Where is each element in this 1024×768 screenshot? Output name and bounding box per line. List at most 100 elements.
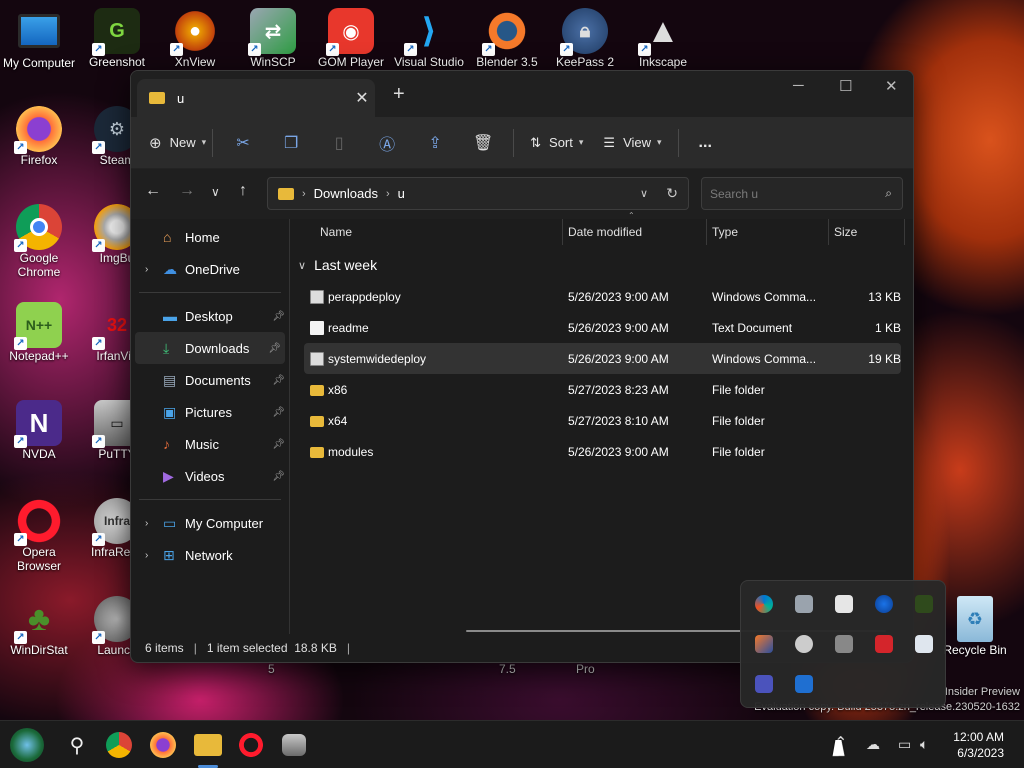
column-separator[interactable] bbox=[904, 219, 905, 245]
column-header-name[interactable]: Name bbox=[312, 217, 352, 247]
network-icon[interactable]: ▭ bbox=[898, 736, 911, 753]
more-options-button[interactable]: ... bbox=[685, 126, 726, 160]
expand-icon[interactable]: › bbox=[145, 550, 163, 561]
app-tray-icon[interactable] bbox=[755, 635, 773, 653]
clock[interactable]: 12:00 AM 6/3/2023 bbox=[953, 729, 1004, 761]
sidebar-item-desktop[interactable]: ▬ Desktop 📌︎ bbox=[131, 300, 289, 332]
search-taskbar-button[interactable]: ⚲ bbox=[62, 730, 92, 760]
back-button[interactable]: ← bbox=[145, 182, 161, 200]
greenshot-tray-icon[interactable] bbox=[915, 595, 933, 613]
chrome-icon: ↗ bbox=[14, 204, 62, 252]
recent-locations-button[interactable]: ∨ bbox=[211, 185, 220, 199]
sort-button[interactable]: ⇅ Sort ▾ bbox=[520, 126, 593, 160]
sidebar-item-network[interactable]: › ⊞ Network bbox=[131, 539, 289, 571]
paste-button[interactable]: ▯ bbox=[315, 126, 363, 160]
antivirus-tray-icon[interactable] bbox=[875, 635, 893, 653]
new-tab-button[interactable]: + bbox=[393, 83, 405, 106]
putty-taskbar-button[interactable] bbox=[282, 734, 306, 756]
folder-row[interactable]: x86 5/27/2023 8:23 AM File folder bbox=[304, 374, 901, 405]
desktop-icon-firefox[interactable]: ↗ Firefox bbox=[0, 106, 78, 167]
folder-row[interactable]: modules 5/26/2023 9:00 AM File folder bbox=[304, 436, 901, 467]
onedrive-offline-icon[interactable]: ☁ bbox=[866, 736, 880, 753]
desktop-icon-greenshot[interactable]: G ↗ Greenshot bbox=[78, 8, 156, 69]
start-button[interactable] bbox=[10, 728, 44, 762]
breadcrumb-u[interactable]: u bbox=[398, 186, 405, 201]
refresh-icon[interactable]: ↻ bbox=[666, 185, 678, 202]
close-window-button[interactable]: ✕ bbox=[885, 77, 898, 95]
clipboard-icon: ▯ bbox=[334, 134, 344, 152]
forward-button[interactable]: → bbox=[179, 182, 195, 200]
expand-icon[interactable]: › bbox=[145, 518, 163, 529]
share-button[interactable]: ⇪ bbox=[411, 126, 459, 160]
column-header-size[interactable]: Size bbox=[826, 217, 857, 247]
cut-button[interactable]: ✂ bbox=[219, 126, 267, 160]
file-explorer-taskbar-button[interactable] bbox=[194, 734, 222, 756]
search-box[interactable]: ⌕ bbox=[701, 177, 903, 210]
maximize-button[interactable]: ☐ bbox=[839, 77, 852, 95]
firefox-taskbar-button[interactable] bbox=[150, 732, 176, 758]
chrome-taskbar-button[interactable] bbox=[106, 732, 132, 758]
desktop-icon-recycle-bin[interactable]: ♻ Recycle Bin bbox=[936, 596, 1014, 657]
minimize-button[interactable]: ─ bbox=[793, 77, 804, 94]
desktop-icon-chrome[interactable]: ↗ Google Chrome bbox=[0, 204, 78, 279]
desktop-icon-label: XnView bbox=[174, 55, 216, 69]
document-tray-icon[interactable] bbox=[915, 635, 933, 653]
sidebar-item-downloads[interactable]: ⤓ Downloads 📌︎ bbox=[135, 332, 285, 364]
file-row[interactable]: perappdeploy 5/26/2023 9:00 AM Windows C… bbox=[304, 281, 901, 312]
utility-tray-icon[interactable] bbox=[835, 635, 853, 653]
desktop-icon-my-computer[interactable]: My Computer bbox=[0, 8, 78, 70]
new-button[interactable]: ⊕ New ▾ bbox=[149, 126, 206, 160]
file-row-selected[interactable]: systemwidedeploy 5/26/2023 9:00 AM Windo… bbox=[304, 343, 901, 374]
cloud-drive-icon[interactable] bbox=[835, 595, 853, 613]
copy-button[interactable]: ❐ bbox=[267, 126, 315, 160]
address-bar[interactable]: › Downloads › u ∨ ↻ bbox=[267, 177, 689, 210]
rename-button[interactable]: Ⓐ bbox=[363, 126, 411, 160]
file-row[interactable]: readme 5/26/2023 9:00 AM Text Document 1… bbox=[304, 312, 901, 343]
up-button[interactable]: ↑ bbox=[239, 182, 247, 200]
file-explorer-window: u ✕ + ─ ☐ ✕ ⊕ New ▾ ✂ ❐ ▯ Ⓐ ⇪ 🗑︎ ⇅ Sort … bbox=[130, 70, 914, 663]
edge-icon[interactable] bbox=[755, 595, 773, 613]
column-header-date[interactable]: Date modified bbox=[560, 217, 642, 247]
onedrive-icon[interactable] bbox=[875, 595, 893, 613]
desktop-icon-visual-studio[interactable]: ⟩ ↗ Visual Studio bbox=[390, 8, 468, 69]
sidebar-item-home[interactable]: ⌂ Home bbox=[131, 221, 289, 253]
address-dropdown-icon[interactable]: ∨ bbox=[640, 187, 648, 200]
folder-icon bbox=[278, 187, 294, 200]
expand-icon[interactable]: › bbox=[145, 264, 163, 275]
message-icon[interactable] bbox=[795, 595, 813, 613]
sidebar-item-onedrive[interactable]: › ☁ OneDrive bbox=[131, 253, 289, 285]
desktop-icon-gom-player[interactable]: ◉ ↗ GOM Player bbox=[312, 8, 390, 69]
security-warning-icon[interactable] bbox=[795, 675, 813, 693]
desktop-icon-inkscape[interactable]: ▲ ↗ Inkscape bbox=[624, 8, 702, 69]
search-input[interactable] bbox=[710, 186, 870, 201]
view-button[interactable]: ☰ View ▾ bbox=[593, 126, 671, 160]
sidebar-item-pictures[interactable]: ▣ Pictures 📌︎ bbox=[131, 396, 289, 428]
group-header-last-week[interactable]: ∨ Last week bbox=[290, 249, 913, 281]
volume-icon[interactable]: 🔈︎ bbox=[920, 736, 928, 753]
desktop-icon-label: WinSCP bbox=[250, 55, 296, 69]
tab-u[interactable]: u ✕ bbox=[137, 79, 375, 117]
sidebar-item-music[interactable]: ♪ Music 📌︎ bbox=[131, 428, 289, 460]
desktop-icon-nvda[interactable]: N ↗ NVDA bbox=[0, 400, 78, 461]
desktop-icon-xnview[interactable]: ● ↗ XnView bbox=[156, 8, 234, 69]
close-tab-icon[interactable]: ✕ bbox=[349, 88, 375, 108]
breadcrumb-downloads[interactable]: Downloads bbox=[314, 186, 378, 201]
desktop-icon-label: Visual Studio bbox=[394, 55, 464, 69]
desktop-icon-notepad-plus-plus[interactable]: N++ ↗ Notepad++ bbox=[0, 302, 78, 363]
folder-row[interactable]: x64 5/27/2023 8:10 AM File folder bbox=[304, 405, 901, 436]
desktop-icon-winscp[interactable]: ⇄ ↗ WinSCP bbox=[234, 8, 312, 69]
sidebar-item-label: OneDrive bbox=[185, 261, 240, 277]
teams-icon[interactable] bbox=[755, 675, 773, 693]
file-name: x86 bbox=[328, 382, 348, 397]
steam-tray-icon[interactable] bbox=[795, 635, 813, 653]
desktop-icon-windirstat[interactable]: ♣ ↗ WinDirStat bbox=[0, 596, 78, 658]
sidebar-item-documents[interactable]: ▤ Documents 📌︎ bbox=[131, 364, 289, 396]
desktop-icon-keepass[interactable]: 🔒︎ ↗ KeePass 2 bbox=[546, 8, 624, 69]
sidebar-item-videos[interactable]: ▶ Videos 📌︎ bbox=[131, 460, 289, 492]
delete-button[interactable]: 🗑︎ bbox=[459, 126, 507, 160]
desktop-icon-blender[interactable]: ↗ Blender 3.5 bbox=[468, 8, 546, 69]
desktop-icon-opera[interactable]: ↗ Opera Browser bbox=[0, 498, 78, 573]
column-header-type[interactable]: Type bbox=[704, 217, 738, 247]
opera-taskbar-button[interactable] bbox=[238, 732, 264, 758]
sidebar-item-my-computer[interactable]: › ▭ My Computer bbox=[131, 507, 289, 539]
